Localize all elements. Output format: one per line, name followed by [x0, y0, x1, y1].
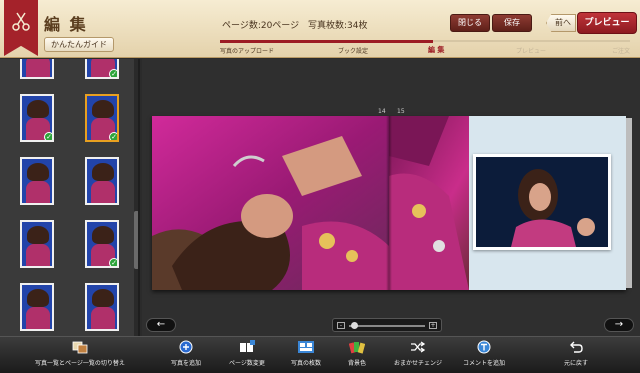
close-button[interactable]: 閉じる	[450, 14, 490, 32]
preview-button[interactable]: プレビュー	[577, 12, 637, 34]
zoom-in-icon[interactable]: +	[429, 322, 437, 329]
page-spine	[386, 116, 392, 290]
page-title: 編 集	[44, 15, 88, 34]
add-comment-button[interactable]: コメントを追加	[462, 340, 506, 372]
save-button[interactable]: 保存	[492, 14, 532, 32]
prev-button[interactable]: 前へ	[546, 14, 576, 32]
shuffle-icon	[411, 341, 426, 353]
scissors-logo	[4, 0, 38, 56]
sidebar-scroll-thumb[interactable]	[134, 211, 138, 269]
step-order: ご注文	[612, 48, 631, 55]
checkmark-icon: ✓	[109, 258, 117, 266]
spread-photo-right-part[interactable]	[389, 116, 469, 290]
page-spread[interactable]	[152, 116, 632, 290]
easy-guide-button[interactable]: かんたんガイド	[44, 37, 114, 52]
photo-thumbnail[interactable]	[20, 59, 54, 79]
photo-thumbnail[interactable]	[20, 220, 54, 268]
progress-fill	[220, 40, 434, 43]
bottom-toolbar: 写真一覧とページ一覧の切り替え 写真を追加 ページ数変更 写真の枚数 背景色 お…	[0, 336, 640, 373]
photo-frame[interactable]	[473, 154, 611, 250]
zoom-slider[interactable]: - +	[332, 318, 442, 332]
photo-thumbnail[interactable]: ✓	[85, 59, 119, 79]
shuffle-button[interactable]: おまかせチェンジ	[392, 340, 444, 372]
photo-thumbnail[interactable]	[20, 157, 54, 205]
undo-icon	[570, 341, 583, 353]
left-page[interactable]	[152, 116, 389, 290]
photo-count-text: 写真枚数:34枚	[308, 21, 368, 31]
zoom-track	[349, 325, 425, 327]
page-count-text: ページ数:20ページ	[222, 21, 300, 31]
arrow-left-icon: ←	[156, 319, 166, 330]
next-page-button[interactable]: →	[604, 318, 634, 332]
progress-steps: 写真のアップロード ブック設定 編 集 プレビュー ご注文	[220, 37, 640, 57]
header-bar: 編 集 かんたんガイド ページ数:20ページ 写真枚数:34枚 写真のアップロー…	[0, 0, 640, 58]
photo-thumbnail[interactable]	[85, 157, 119, 205]
scissors-icon	[12, 12, 30, 31]
page-count-button[interactable]: ページ数変更	[226, 340, 268, 372]
switch-view-button[interactable]: 写真一覧とページ一覧の切り替え	[32, 340, 128, 372]
sidebar-scrollbar[interactable]	[134, 59, 138, 336]
step-upload: 写真のアップロード	[220, 48, 275, 55]
photo-thumbnail[interactable]	[85, 283, 119, 331]
book-info: ページ数:20ページ 写真枚数:34枚	[222, 18, 374, 31]
app-window: 編 集 かんたんガイド ページ数:20ページ 写真枚数:34枚 写真のアップロー…	[0, 0, 640, 373]
add-photo-icon	[179, 340, 193, 354]
switch-view-icon	[72, 341, 88, 354]
photo-list-sidebar[interactable]: ✓ ✓ ✓ ✓	[0, 59, 140, 336]
undo-button[interactable]: 元に戻す	[560, 340, 592, 372]
page-number-right: 15	[397, 108, 405, 115]
background-color-icon	[349, 342, 365, 354]
editor-canvas: 14 15 ← - + →	[142, 59, 640, 336]
photo-count-icon	[298, 341, 314, 353]
photo-thumbnail[interactable]: ✓	[85, 220, 119, 268]
photo-thumbnail[interactable]: ✓	[85, 94, 119, 142]
step-preview: プレビュー	[516, 48, 547, 55]
arrow-right-icon: →	[614, 319, 624, 330]
checkmark-icon: ✓	[109, 69, 117, 77]
page-count-icon	[240, 340, 255, 352]
photo-count-button[interactable]: 写真の枚数	[286, 340, 326, 372]
zoom-knob[interactable]	[351, 322, 358, 329]
photo-thumbnail[interactable]	[20, 283, 54, 331]
prev-page-button[interactable]: ←	[146, 318, 176, 332]
add-comment-icon	[477, 340, 491, 354]
step-book-settings: ブック設定	[338, 48, 369, 55]
step-edit: 編 集	[428, 46, 445, 54]
add-photo-button[interactable]: 写真を追加	[166, 340, 206, 372]
zoom-out-icon[interactable]: -	[337, 322, 345, 329]
checkmark-icon: ✓	[44, 132, 52, 140]
right-page[interactable]	[389, 116, 626, 290]
page-edge	[626, 118, 632, 288]
checkmark-icon: ✓	[109, 132, 117, 140]
photo-thumbnail[interactable]: ✓	[20, 94, 54, 142]
page-number-left: 14	[378, 108, 386, 115]
spread-photo-left[interactable]	[152, 116, 389, 290]
background-color-button[interactable]: 背景色	[340, 340, 374, 372]
